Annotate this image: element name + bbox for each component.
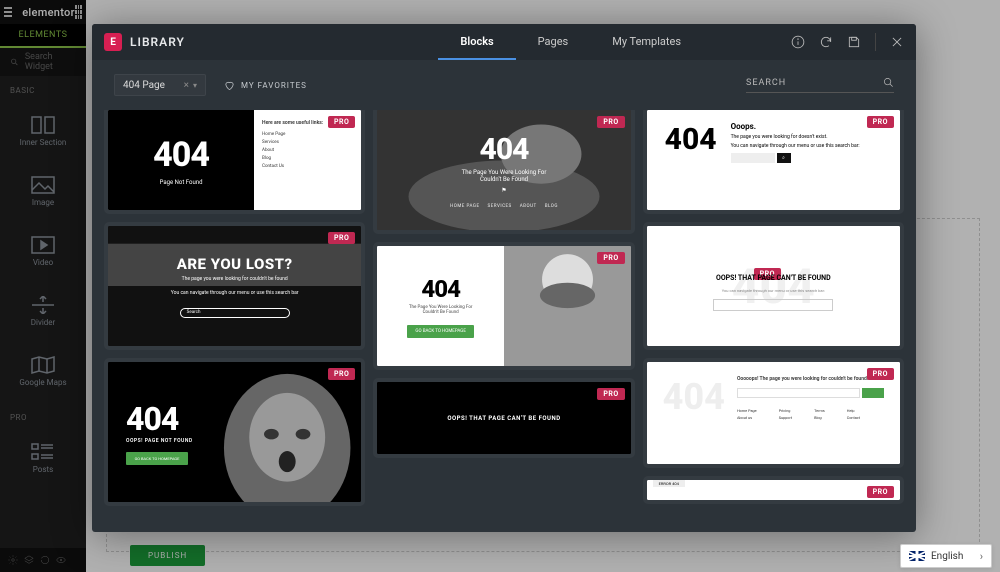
my-favorites-toggle[interactable]: MY FAVORITES: [224, 80, 307, 91]
save-icon[interactable]: [847, 35, 861, 49]
heart-icon: [224, 80, 235, 91]
divider: [875, 33, 876, 51]
code-404: 404: [665, 122, 717, 198]
code-404: 404: [421, 275, 460, 303]
card-search: [737, 388, 884, 398]
code-404: 404: [153, 135, 209, 175]
language-label: English: [931, 551, 963, 562]
pro-badge: PRO: [867, 486, 894, 498]
card-sub: Page Not Found: [160, 179, 203, 186]
card-link: Home Page: [262, 132, 353, 137]
card-searchbar: Search: [180, 308, 290, 318]
card-link: Contact Us: [262, 164, 353, 169]
template-card[interactable]: PRO 404 The Page You Were Looking For Co…: [377, 110, 630, 230]
search-label: SEARCH: [746, 78, 786, 88]
card-sub: You can navigate through our menu or use…: [731, 143, 882, 149]
sync-icon[interactable]: [819, 35, 833, 49]
template-card[interactable]: PRO 404 Ooooops! The page you were looki…: [647, 362, 900, 464]
clear-icon[interactable]: ×: [184, 80, 189, 91]
card-link: Blog: [262, 156, 353, 161]
template-card[interactable]: PRO ERROR 404: [647, 480, 900, 500]
card-link: About: [262, 148, 353, 153]
close-icon[interactable]: [890, 35, 904, 49]
template-card[interactable]: PRO 404Page Not Found Here are some usef…: [108, 110, 361, 210]
card-title: OOPS! PAGE NOT FOUND: [126, 438, 361, 444]
tab-my-templates[interactable]: My Templates: [590, 24, 703, 60]
chevron-right-icon: ›: [980, 550, 983, 563]
template-card[interactable]: PRO 404 The Page You Were Looking For Co…: [377, 246, 630, 366]
fav-label: MY FAVORITES: [241, 81, 307, 90]
card-sub: The Page You Were Looking For Couldn't B…: [409, 305, 473, 315]
card-title: ARE YOU LOST?: [177, 255, 293, 273]
template-card[interactable]: PRO 404 Ooops. The page you were looking…: [647, 110, 900, 210]
card-title: Ooops.: [731, 122, 882, 131]
category-select[interactable]: 404 Page × ▾: [114, 74, 206, 96]
modal-title: LIBRARY: [130, 35, 185, 49]
card-title: OOPS! THAT PAGE CAN'T BE FOUND: [447, 415, 560, 422]
template-card[interactable]: PRO 404 OOPS! PAGE NOT FOUND GO BACK TO …: [108, 362, 361, 502]
modal-toolbar: 404 Page × ▾ MY FAVORITES SEARCH: [92, 60, 916, 110]
card-searchbar: [713, 299, 833, 311]
language-switcher[interactable]: English ›: [900, 544, 992, 568]
template-card[interactable]: PRO 404 OOPS! THAT PAGE CAN'T BE FOUND Y…: [647, 226, 900, 346]
card-nav: HOME PAGESERVICESABOUTBLOG: [450, 204, 558, 209]
card-title: OOPS! THAT PAGE CAN'T BE FOUND: [716, 274, 831, 282]
modal-header: E LIBRARY Blocks Pages My Templates: [92, 24, 916, 60]
search-icon: [883, 77, 894, 88]
tab-blocks[interactable]: Blocks: [438, 24, 515, 60]
modal-tabs: Blocks Pages My Templates: [438, 24, 703, 60]
tab-pages[interactable]: Pages: [516, 24, 591, 60]
pro-badge: PRO: [597, 388, 624, 400]
pro-badge: PRO: [597, 116, 624, 128]
chevron-down-icon[interactable]: ▾: [193, 81, 197, 90]
template-grid: PRO 404Page Not Found Here are some usef…: [92, 110, 916, 532]
code-404: 404: [480, 132, 529, 167]
pro-badge: PRO: [328, 232, 355, 244]
card-sub: You can navigate through our menu or use…: [722, 288, 825, 293]
card-sub: The Page You Were Looking For Couldn't B…: [462, 169, 547, 183]
library-search-input[interactable]: SEARCH: [746, 77, 894, 93]
card-image: [504, 246, 631, 366]
card-hint: You can navigate through our menu or use…: [171, 290, 299, 296]
info-icon[interactable]: [791, 35, 805, 49]
modal-actions: [791, 33, 904, 51]
card-sub: The page you were looking for doesn't ex…: [731, 134, 882, 140]
template-card[interactable]: PRO ARE YOU LOST? The page you were look…: [108, 226, 361, 346]
flag-uk-icon: [909, 551, 925, 561]
pro-badge: PRO: [867, 116, 894, 128]
pro-badge: PRO: [867, 368, 894, 380]
pro-badge: PRO: [597, 252, 624, 264]
card-sub: The page you were looking for couldn't b…: [182, 276, 288, 282]
card-link: Services: [262, 140, 353, 145]
code-404: 404: [126, 400, 361, 438]
template-card[interactable]: PRO OOPS! THAT PAGE CAN'T BE FOUND: [377, 382, 630, 454]
library-modal: E LIBRARY Blocks Pages My Templates 404 …: [92, 24, 916, 532]
ghost-404: 404: [663, 376, 725, 460]
elementor-logo-icon: E: [104, 33, 122, 51]
category-value: 404 Page: [123, 80, 165, 91]
ghost-404: 404: [647, 226, 900, 346]
pro-badge: PRO: [328, 116, 355, 128]
card-title: Ooooops! The page you were looking for c…: [737, 376, 884, 382]
flag-icon: ⚑: [501, 187, 506, 194]
card-search: ⌕: [731, 153, 882, 163]
pro-badge: PRO: [328, 368, 355, 380]
card-button: GO BACK TO HOMEPAGE: [407, 325, 473, 338]
error-tag: ERROR 404: [653, 480, 685, 487]
card-button: GO BACK TO HOMEPAGE: [126, 452, 188, 465]
